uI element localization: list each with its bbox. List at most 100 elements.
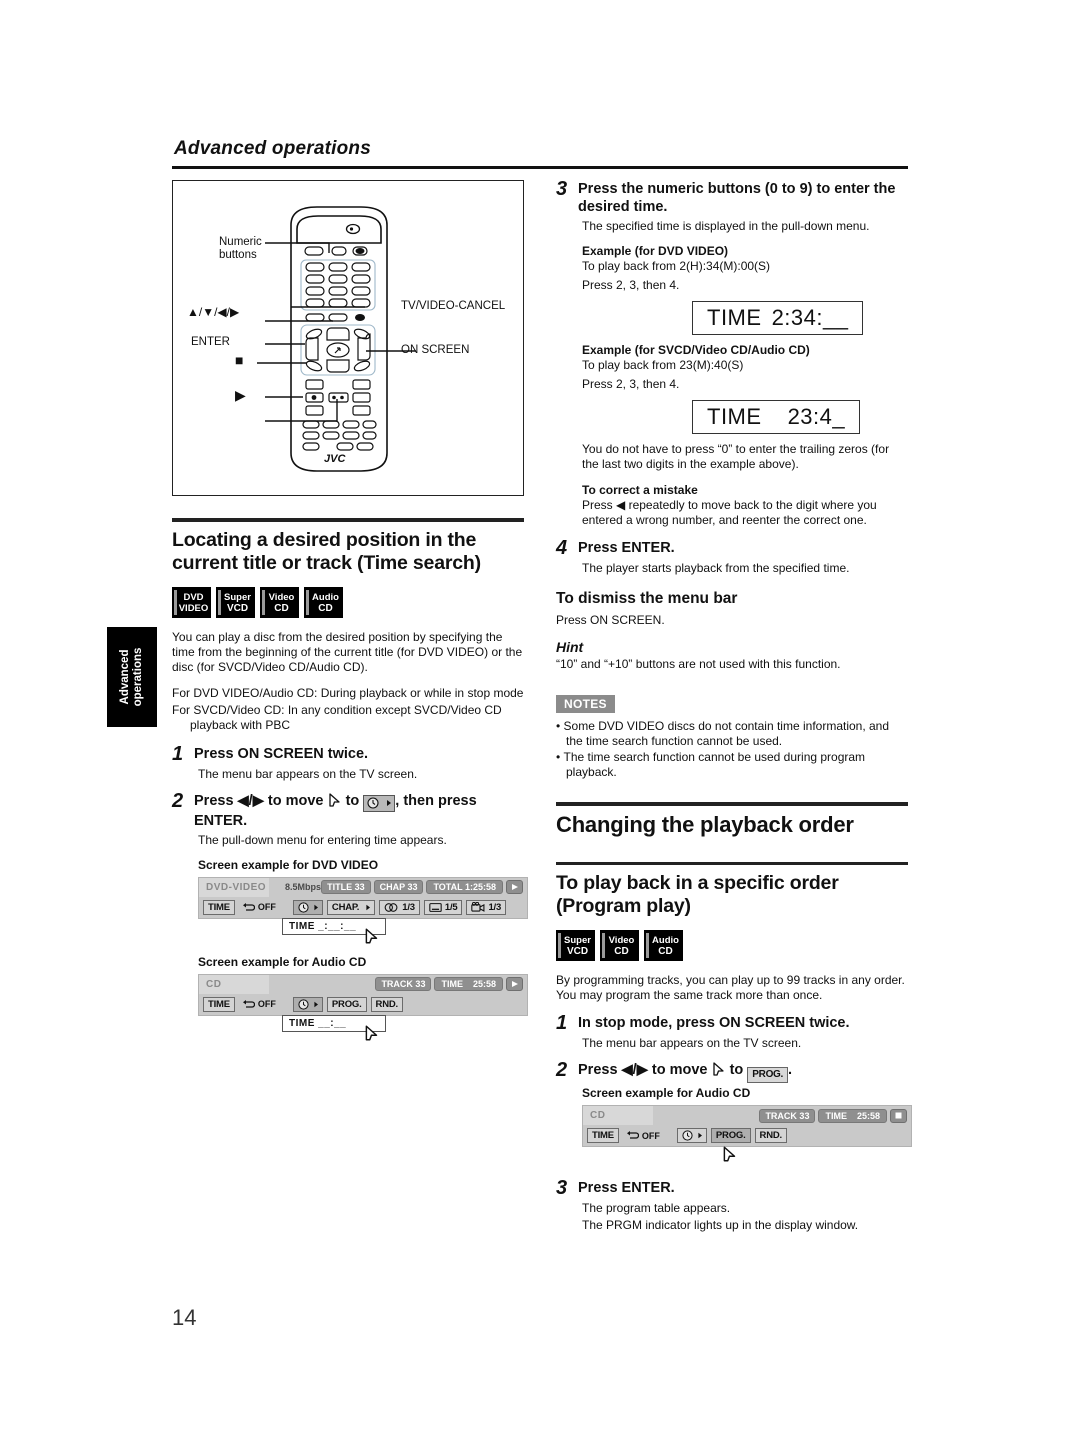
time-search-step-1-body: The menu bar appears on the TV screen. — [198, 767, 418, 781]
cd-osd-time-value: 25:58 — [472, 979, 496, 989]
cd-osd-btn-rnd[interactable]: RND. — [370, 996, 403, 1012]
repeat-icon — [242, 999, 255, 1008]
callout-play-symbol: ▶ — [235, 387, 246, 403]
dvd-osd-btn-audio[interactable]: 1/3 — [379, 899, 420, 915]
badge-line2: CD — [274, 602, 289, 614]
callout-numeric-buttons: Numeric buttons — [219, 236, 262, 261]
dvd-osd-btn-subtitle[interactable]: 1/5 — [423, 899, 463, 915]
time-search-condition-svcd: For SVCD/Video CD: In any condition exce… — [172, 703, 502, 732]
cd-osd-bar: CD TRACK 33 TIME 25:58 TIME OFF PROG. RN… — [198, 973, 528, 1016]
step-number: 1 — [556, 1012, 568, 1034]
cd-osd-btn-prog[interactable]: PROG. — [326, 996, 367, 1012]
program-osd-time-label: TIME — [825, 1110, 847, 1121]
callout-tv-video-cancel: TV/VIDEO-CANCEL — [401, 300, 506, 312]
dvd-osd-angle-value: 1/3 — [488, 901, 502, 913]
remote-control-figure: Numeric buttons ▲/▼/◀/▶ ENTER ■ ▶ TV/VID… — [172, 180, 524, 496]
program-osd-btn-rnd[interactable]: RND. — [754, 1128, 787, 1143]
dvd-osd-wrap: DVD-VIDEO 8.5Mbps TITLE 33 CHAP 33 TOTAL… — [198, 876, 528, 947]
example-svcd-line1: To play back from 23(M):40(S) — [582, 358, 744, 372]
cd-osd-repeat-value: OFF — [257, 999, 276, 1009]
program-play-step-3-body-2: The PRGM indicator lights up in the disp… — [582, 1218, 859, 1232]
step-title: Press the numeric buttons (0 to 9) to en… — [578, 181, 896, 215]
dvd-osd-bar: DVD-VIDEO 8.5Mbps TITLE 33 CHAP 33 TOTAL… — [198, 876, 528, 919]
program-osd-bar: CD TRACK 33 TIME 25:58 TIME OFF PROG. RN… — [582, 1105, 912, 1147]
cursor-pointer-icon — [712, 1061, 726, 1077]
program-play-step-3: 3 Press ENTER. — [556, 1178, 908, 1198]
program-play-step-2: 2 Press ◀/▶ to move to PROG.. — [556, 1060, 908, 1083]
prog-menu-button-icon: PROG. — [747, 1067, 789, 1083]
dvd-osd-btn-angle[interactable]: 1/3 — [466, 899, 507, 915]
step-number: 4 — [556, 537, 568, 559]
program-osd-disc-type: CD — [583, 1106, 653, 1125]
dvd-osd-btn-chapter[interactable]: CHAP. — [326, 899, 376, 915]
badge-line1: DVD — [183, 591, 204, 603]
subtitle-icon — [429, 902, 442, 912]
badge-bar — [558, 933, 561, 958]
step-title: Press ◀/▶ to move to , then press ENTER. — [194, 792, 477, 830]
dvd-osd-menu-row[interactable]: TIME OFF CHAP. 1/3 1/5 1/3 — [199, 896, 527, 918]
dvd-screen-example-caption: Screen example for DVD VIDEO — [198, 857, 379, 872]
program-osd-repeat[interactable]: OFF — [623, 1131, 663, 1141]
play-status-icon — [506, 880, 523, 894]
dvd-osd-disc-type: DVD-VIDEO — [199, 877, 269, 897]
play-status-icon — [506, 977, 523, 991]
step-title: Press ENTER. — [578, 540, 675, 556]
dvd-osd-repeat[interactable]: OFF — [239, 902, 279, 912]
note-item-2-text: The time search function cannot be used … — [563, 750, 866, 779]
dvd-osd-audio-value: 1/3 — [402, 901, 415, 913]
dvd-osd-btn-time[interactable]: TIME — [203, 899, 235, 915]
program-osd-time-value: 25:58 — [856, 1110, 880, 1121]
dvd-osd-btn-time-search[interactable] — [292, 899, 323, 915]
camera-angle-icon — [471, 902, 485, 912]
prog-step2-part1: Press ◀/▶ to move — [578, 1062, 708, 1078]
callout-arrow-keys: ▲/▼/◀/▶ — [187, 305, 240, 319]
time-entry-examples: Example (for DVD VIDEO) To play back fro… — [582, 244, 908, 528]
step2-text-part2: to — [345, 793, 360, 809]
callout-on-screen: ON SCREEN — [401, 344, 470, 356]
cd-osd-btn-time[interactable]: TIME — [203, 996, 235, 1012]
time-search-rule — [172, 518, 524, 522]
cd-osd-btn-time-search[interactable] — [292, 996, 323, 1012]
program-osd-btn-time[interactable]: TIME — [587, 1128, 619, 1143]
example-svcd-label: Example (for SVCD/Video CD/Audio CD) — [582, 343, 810, 357]
cd-osd-menu-row[interactable]: TIME OFF PROG. RND. — [199, 993, 527, 1015]
time-entry-step-4: 4 Press ENTER. — [556, 537, 908, 559]
section-side-tab: Advanced operations — [107, 627, 157, 727]
program-osd-wrap: CD TRACK 33 TIME 25:58 TIME OFF PROG. RN… — [582, 1105, 912, 1167]
badge-line1: Audio — [652, 934, 679, 946]
dvd-osd-total-pill: TOTAL 1:25:58 — [426, 880, 503, 894]
badge-line2: CD — [614, 945, 629, 957]
program-osd-btn-prog[interactable]: PROG. — [710, 1128, 751, 1143]
prog-step2-part2: to — [729, 1062, 744, 1078]
badge-audio-cd: Audio CD — [304, 587, 343, 618]
time-search-condition-dvd: For DVD VIDEO/Audio CD: During playback … — [172, 686, 524, 700]
time-entry-step-4-body: The player starts playback from the spec… — [582, 561, 850, 575]
trailing-zeros-note: You do not have to press “0” to enter th… — [582, 442, 890, 471]
cursor-pointer-icon — [328, 792, 342, 808]
audio-icon — [384, 902, 398, 912]
cursor-pointer-icon — [365, 928, 378, 943]
manual-page: Advanced operations Advanced operations — [0, 0, 1080, 1454]
step-number: 3 — [556, 178, 568, 200]
page-title: Advanced operations — [174, 138, 372, 159]
svcd-time-value: 23:4_ — [787, 404, 846, 429]
cursor-pointer-icon — [365, 1025, 378, 1040]
step-title: Press ON SCREEN twice. — [194, 746, 369, 762]
time-search-disc-badges: DVD VIDEO Super VCD Video CD Audio CD — [172, 587, 524, 618]
header-rule — [172, 166, 908, 169]
badge-video-cd: Video CD — [600, 930, 639, 961]
program-osd-time-pill: TIME 25:58 — [818, 1108, 887, 1123]
badge-line1: Video — [608, 934, 635, 946]
cursor-pointer-icon — [723, 1146, 736, 1162]
program-osd-btn-time-search[interactable] — [676, 1128, 707, 1143]
time-search-step-2-body: The pull-down menu for entering time app… — [198, 832, 447, 847]
clock-icon — [298, 901, 309, 913]
arrow-right-icon — [308, 904, 318, 910]
clock-icon — [682, 1130, 693, 1141]
correct-mistake-label: To correct a mistake — [582, 483, 698, 497]
program-osd-menu-row[interactable]: TIME OFF PROG. RND. — [583, 1125, 911, 1146]
cd-screen-example-caption: Screen example for Audio CD — [198, 954, 367, 969]
step-number: 1 — [172, 743, 184, 765]
cd-osd-repeat[interactable]: OFF — [239, 999, 279, 1009]
playback-order-heading: Changing the playback order — [556, 812, 854, 837]
